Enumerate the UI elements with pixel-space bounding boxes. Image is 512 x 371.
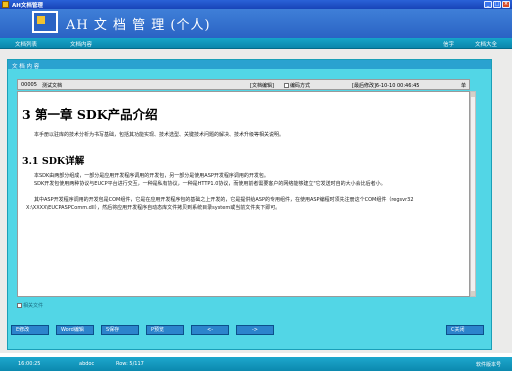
panel-title: 文 档 内 容	[8, 60, 491, 70]
status-version: 软件版本号	[476, 362, 502, 368]
doc-paragraph: 本SDK由两部分组成，一部分是应用开发程序调用的开发包，另一部分是使用ASP开发…	[34, 173, 269, 179]
status-row: Row: 5/117	[116, 361, 144, 367]
status-user: abdoc	[79, 361, 95, 367]
scroll-up-arrow[interactable]	[471, 92, 475, 97]
doc-name: 测试文档	[42, 83, 63, 89]
checkbox-icon[interactable]	[284, 83, 289, 88]
related-files-label: 相关文件	[23, 303, 44, 309]
window-title: AH文档管理	[12, 3, 43, 9]
window-titlebar: AH文档管理 _ □ ×	[0, 0, 512, 9]
doc-heading-1: 3 第一章 SDK产品介绍	[22, 107, 158, 122]
app-icon	[2, 1, 9, 8]
menu-doc-content[interactable]: 文档内容	[70, 40, 92, 48]
doc-id: 00005	[21, 82, 37, 88]
menu-right-1[interactable]: 信字	[443, 40, 454, 48]
doc-intro: 本手册以驻库的技术分析为书写基础，包括其功能实现、技术选型、关键技术问题的解决、…	[34, 132, 285, 138]
doc-header-bar: 00005 测试文档 [文档编辑] 编码方式 [最后修改]6-10-10 00:…	[17, 79, 470, 90]
word-edit-button[interactable]: Word编辑	[56, 325, 94, 335]
prev-button[interactable]: <-	[191, 325, 229, 335]
app-banner: AH 文 档 管 理 (个人)	[0, 9, 512, 38]
encoding-checkbox[interactable]: 编码方式	[284, 82, 310, 89]
app-logo	[32, 11, 58, 33]
logo-mark	[37, 16, 45, 24]
doc-modified: [最后修改]6-10-10 00:46:45	[352, 83, 420, 89]
action-button-row: E修改 Word编辑 S保存 P预览 <- -> C关闭	[7, 325, 492, 338]
encoding-label: 编码方式	[290, 83, 311, 89]
doc-edit-link[interactable]: [文档编辑]	[250, 82, 274, 89]
save-button[interactable]: S保存	[101, 325, 139, 335]
menu-doc-list[interactable]: 文档列表	[15, 40, 37, 48]
window-controls: _ □ ×	[484, 1, 510, 8]
menu-doc-collection[interactable]: 文档大全	[475, 40, 497, 48]
scroll-down-arrow[interactable]	[471, 291, 475, 296]
doc-paragraph: 其中ASP开发程序调用的开发包是COM组件，它是在应用开发程序包的基础之上开发的…	[26, 197, 414, 211]
close-doc-button[interactable]: C关闭	[446, 325, 484, 335]
doc-paragraph: SDK开发包使用两种协议与EUCP平台进行交互，一种是私有协议，一种是HTTP1…	[34, 181, 386, 187]
checkbox-icon[interactable]	[17, 303, 22, 308]
close-button[interactable]: ×	[502, 1, 510, 8]
preview-button[interactable]: P预览	[146, 325, 184, 335]
doc-heading-2: 3.1 SDK详解	[22, 156, 85, 167]
next-button[interactable]: ->	[236, 325, 274, 335]
related-files[interactable]: 相关文件	[17, 302, 43, 309]
maximize-button[interactable]: □	[493, 1, 501, 8]
status-bar: 16:00:25 abdoc Row: 5/117 软件版本号	[0, 357, 512, 371]
vertical-scrollbar[interactable]	[470, 91, 476, 297]
edit-button[interactable]: E修改	[11, 325, 49, 335]
document-view[interactable]: 3 第一章 SDK产品介绍 本手册以驻库的技术分析为书写基础，包括其功能实现、技…	[17, 91, 470, 297]
status-time: 16:00:25	[18, 361, 41, 367]
menu-bar: 文档列表 文档内容 信字 文档大全	[0, 38, 512, 49]
doc-flag: 单	[461, 83, 467, 89]
app-title: AH 文 档 管 理 (个人)	[66, 18, 211, 33]
minimize-button[interactable]: _	[484, 1, 492, 8]
